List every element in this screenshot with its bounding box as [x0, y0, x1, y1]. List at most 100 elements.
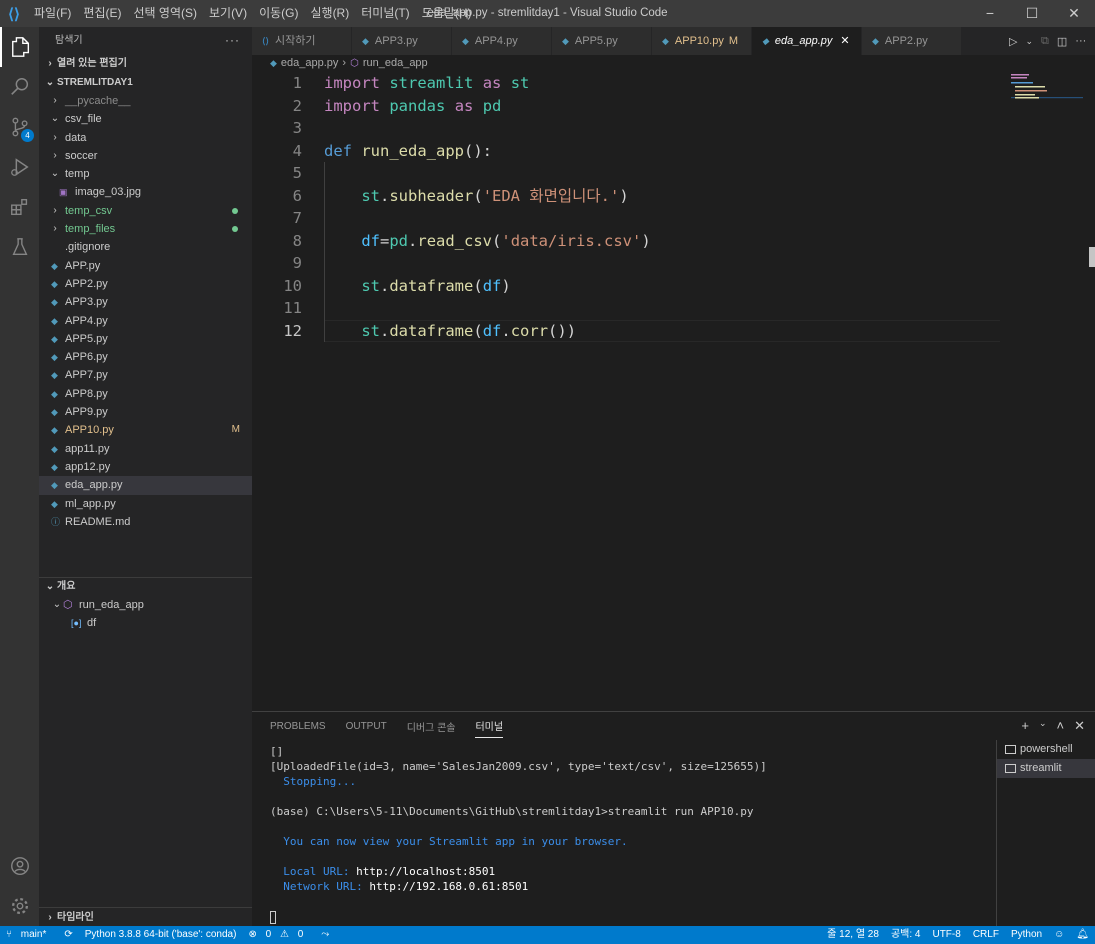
close-tab-icon[interactable]: ✕: [840, 27, 849, 55]
outline-item-function[interactable]: ⌄ ⬡ run_eda_app: [39, 596, 252, 614]
file-tree-item[interactable]: .gitignore: [39, 238, 252, 256]
open-editors-section[interactable]: › 열려 있는 편집기: [39, 54, 252, 73]
breadcrumb-symbol[interactable]: run_eda_app: [363, 55, 428, 72]
file-tree-item[interactable]: ▣ image_03.jpg: [39, 183, 252, 201]
file-tree-item[interactable]: ◆ APP9.py: [39, 403, 252, 421]
menu-item[interactable]: 터미널(T): [355, 0, 415, 27]
file-tree-item[interactable]: ◆ app11.py: [39, 440, 252, 458]
minimize-button[interactable]: −: [969, 0, 1011, 27]
file-tree-item[interactable]: ◆ APP5.py: [39, 330, 252, 348]
outline-item-variable[interactable]: [●] df: [39, 614, 252, 632]
menu-item[interactable]: 선택 영역(S): [127, 0, 203, 27]
code-line: 3: [252, 117, 1012, 140]
encoding[interactable]: UTF-8: [926, 926, 966, 944]
editor-tab[interactable]: ◆ APP3.py: [352, 27, 452, 55]
file-tree-item[interactable]: ◆ APP10.py M: [39, 421, 252, 439]
breadcrumb-file[interactable]: eda_app.py: [281, 55, 339, 72]
file-tree-item[interactable]: ◆ APP3.py: [39, 293, 252, 311]
workspace-section[interactable]: ⌄ STREMLITDAY1: [39, 73, 252, 92]
extensions-icon[interactable]: [0, 187, 39, 227]
file-tree-item[interactable]: ⌄ csv_file: [39, 110, 252, 128]
branch-status[interactable]: ⑂ main*: [0, 926, 58, 944]
maximize-panel-icon[interactable]: ˄: [1057, 718, 1065, 734]
file-tree-item[interactable]: › data: [39, 129, 252, 147]
file-tree-item[interactable]: › temp_files: [39, 220, 252, 238]
testing-flask-icon[interactable]: [0, 227, 39, 267]
settings-gear-icon[interactable]: [0, 886, 39, 926]
code-token: pd: [482, 96, 502, 115]
account-icon[interactable]: [0, 846, 39, 886]
live-share-icon[interactable]: ⤳: [315, 926, 335, 944]
outline-section[interactable]: ⌄ 개요: [39, 577, 252, 596]
tab-label: APP2.py: [884, 35, 928, 47]
menu-item[interactable]: 이동(G): [253, 0, 304, 27]
file-tree-label: APP7.py: [65, 369, 108, 382]
panel-tab[interactable]: 디버그 콘솔: [407, 719, 456, 734]
editor-tab[interactable]: ◆ APP10.py M: [652, 27, 752, 55]
language-mode[interactable]: Python: [1005, 926, 1048, 944]
file-tree-item[interactable]: › soccer: [39, 147, 252, 165]
new-terminal-icon[interactable]: +: [1021, 718, 1029, 734]
problems-status[interactable]: ⊗ 0 ⚠ 0: [242, 926, 315, 944]
more-actions-icon[interactable]: ···: [225, 27, 240, 54]
editor-scrollbar[interactable]: [1089, 247, 1095, 267]
file-tree-item[interactable]: ◆ app12.py: [39, 458, 252, 476]
file-tree-item[interactable]: ◆ APP6.py: [39, 348, 252, 366]
editor-tab[interactable]: ◆ APP4.py: [452, 27, 552, 55]
menu-item[interactable]: 편집(E): [77, 0, 127, 27]
file-tree-item[interactable]: ◆ APP2.py: [39, 275, 252, 293]
python-interpreter[interactable]: Python 3.8.8 64-bit ('base': conda): [79, 926, 243, 944]
menu-item[interactable]: 도움말(H): [416, 0, 478, 27]
explorer-icon[interactable]: [0, 27, 39, 67]
terminal-url[interactable]: http://localhost:8501: [356, 865, 495, 878]
editor-tab[interactable]: ◆ eda_app.py ✕: [752, 27, 862, 55]
panel-tab[interactable]: 터미널: [475, 718, 504, 738]
file-tree-item[interactable]: › __pycache__: [39, 92, 252, 110]
chevron-down-icon[interactable]: ⌄: [1039, 718, 1047, 734]
file-tree-item[interactable]: ◆ APP.py: [39, 257, 252, 275]
maximize-button[interactable]: ☐: [1011, 0, 1053, 27]
editor-tab[interactable]: ◆ APP2.py: [862, 27, 962, 55]
file-tree-item[interactable]: ◆ ml_app.py: [39, 495, 252, 513]
code-editor[interactable]: 1 import streamlit as st 2 import pandas as…: [252, 72, 1012, 342]
line-ending[interactable]: CRLF: [967, 926, 1005, 944]
indentation[interactable]: 공백: 4: [885, 926, 927, 944]
timeline-section[interactable]: › 타임라인: [39, 908, 252, 927]
file-tree-item[interactable]: ⌄ temp: [39, 165, 252, 183]
terminal-output[interactable]: [] [UploadedFile(id=3, name='SalesJan2009…: [270, 744, 990, 924]
file-tree-item[interactable]: ◆ APP8.py: [39, 385, 252, 403]
code-token: ): [501, 276, 511, 295]
terminal-instance[interactable]: streamlit: [997, 759, 1095, 778]
file-tree-item[interactable]: ◆ APP4.py: [39, 312, 252, 330]
close-window-button[interactable]: ✕: [1053, 0, 1095, 27]
terminal-url[interactable]: http://192.168.0.61:8501: [369, 880, 528, 893]
split-editor-icon[interactable]: ◫: [1057, 35, 1067, 48]
search-icon[interactable]: [0, 67, 39, 107]
menu-item[interactable]: 보기(V): [203, 0, 253, 27]
file-tree-item[interactable]: ◆ APP7.py: [39, 366, 252, 384]
more-actions-icon[interactable]: ···: [1075, 35, 1086, 47]
menu-item[interactable]: 실행(R): [304, 0, 355, 27]
source-control-icon[interactable]: 4: [0, 107, 39, 147]
file-tree-item[interactable]: ◆ eda_app.py: [39, 476, 252, 495]
status-bar: ⑂ main* ⟳ Python 3.8.8 64-bit ('base': c…: [0, 926, 1095, 944]
notifications-bell-icon[interactable]: 🔔︎: [1070, 926, 1095, 944]
file-tree-item[interactable]: › temp_csv: [39, 202, 252, 220]
feedback-icon[interactable]: ☺: [1048, 926, 1070, 944]
editor-tab[interactable]: ⟨⟩ 시작하기: [252, 27, 352, 55]
file-tree-item[interactable]: ⓘ README.md: [39, 513, 252, 531]
run-file-icon[interactable]: ▷: [1009, 35, 1017, 48]
cursor-position[interactable]: 줄 12, 열 28: [821, 926, 885, 944]
terminal-instance[interactable]: powershell: [997, 740, 1095, 759]
chevron-down-icon[interactable]: ⌄: [1025, 36, 1033, 47]
run-debug-icon[interactable]: [0, 147, 39, 187]
panel-tab[interactable]: OUTPUT: [346, 721, 387, 732]
sync-icon[interactable]: ⟳: [58, 926, 78, 944]
panel-tab[interactable]: PROBLEMS: [270, 721, 326, 732]
split-compare-icon[interactable]: ⧉: [1041, 35, 1049, 48]
minimap[interactable]: [1011, 72, 1083, 102]
menu-item[interactable]: 파일(F): [28, 0, 77, 27]
close-panel-icon[interactable]: ✕: [1074, 718, 1085, 734]
editor-tab[interactable]: ◆ APP5.py: [552, 27, 652, 55]
